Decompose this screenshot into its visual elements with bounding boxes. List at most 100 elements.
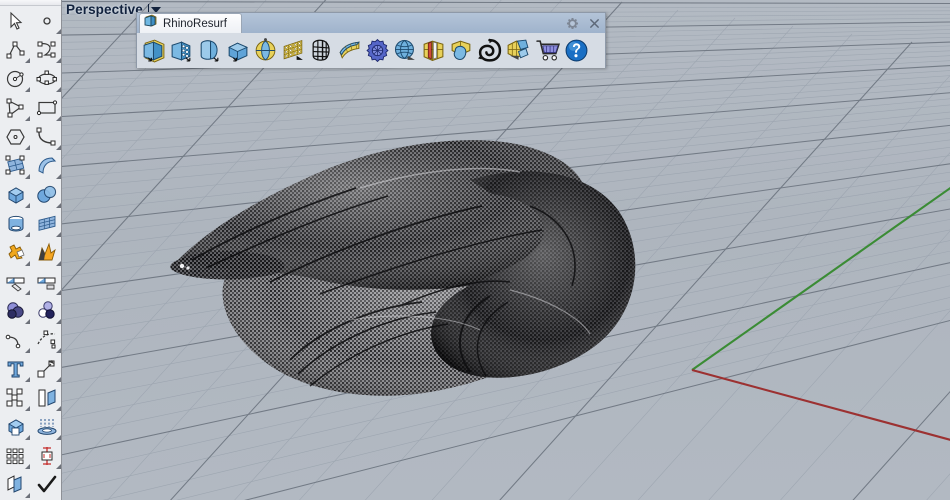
toolbar-button-gear-mesh[interactable] <box>363 36 391 66</box>
flyout-arrow-icon[interactable] <box>25 116 30 121</box>
toolbar-button-mesh-to-solid[interactable] <box>195 36 223 66</box>
sidebar-item-mirror[interactable] <box>31 383 61 412</box>
flyout-arrow-icon[interactable] <box>25 319 30 324</box>
toolbar-button-mesh-reverse-engineer[interactable] <box>503 36 531 66</box>
sidebar-item-boolean-union[interactable] <box>0 296 31 325</box>
sidebar-item-hexagon[interactable] <box>0 122 31 151</box>
sidebar-item-select-arrow[interactable] <box>0 6 31 35</box>
sidebar-item-explode-burst[interactable] <box>31 238 61 267</box>
sidebar-item-point[interactable] <box>31 6 61 35</box>
sidebar-item-group[interactable] <box>0 383 31 412</box>
flyout-arrow-icon[interactable] <box>25 290 30 295</box>
sidebar-item-cylinder[interactable] <box>0 209 31 238</box>
toolbar-button-mesh-wireframe[interactable] <box>307 36 335 66</box>
toolbar-button-help[interactable] <box>562 36 590 66</box>
toolbar-button-pointcloud-to-surface[interactable] <box>251 36 279 66</box>
toolbar-button-mesh-fit-surface[interactable] <box>335 36 363 66</box>
flyout-arrow-icon[interactable] <box>56 319 61 324</box>
perspective-viewport[interactable] <box>62 0 950 500</box>
sidebar-item-rectangle[interactable] <box>31 93 61 122</box>
sidebar-item-sphere-boolean[interactable] <box>31 180 61 209</box>
flyout-arrow-icon[interactable] <box>56 174 61 179</box>
flyout-arrow-icon[interactable] <box>56 87 61 92</box>
flyout-arrow-icon[interactable] <box>56 290 61 295</box>
sidebar-item-offset-surface[interactable] <box>0 470 31 499</box>
flyout-arrow-icon[interactable] <box>25 87 30 92</box>
flyout-arrow-icon[interactable] <box>25 406 30 411</box>
toolbar-button-mesh-to-box[interactable] <box>223 36 251 66</box>
flyout-arrow-icon[interactable] <box>56 377 61 382</box>
flyout-arrow-icon[interactable] <box>25 348 30 353</box>
flyout-arrow-icon[interactable] <box>56 435 61 440</box>
flyout-arrow-icon[interactable] <box>25 174 30 179</box>
arc-icon <box>36 126 58 148</box>
sidebar-item-polyline[interactable] <box>0 35 31 64</box>
flyout-arrow-icon[interactable] <box>25 232 30 237</box>
sidebar-item-boolean-difference[interactable] <box>31 296 61 325</box>
surface-control-points-icon <box>5 155 27 177</box>
sidebar-item-check[interactable] <box>31 470 61 499</box>
flyout-arrow-icon[interactable] <box>25 58 30 63</box>
sidebar-item-scale[interactable] <box>31 354 61 383</box>
flyout-arrow-icon[interactable] <box>56 58 61 63</box>
toolbar-button-mesh-to-single-surface[interactable] <box>139 36 167 66</box>
pointcloud-to-surface-icon <box>253 38 278 63</box>
flyout-arrow-icon[interactable] <box>56 464 61 469</box>
sidebar-item-array[interactable] <box>0 441 31 470</box>
toolbar-button-mesh-patch-grid[interactable] <box>279 36 307 66</box>
tab-rhinoresurf[interactable]: RhinoResurf <box>139 13 242 33</box>
flyout-arrow-icon[interactable] <box>25 435 30 440</box>
sidebar-item-arc[interactable] <box>31 122 61 151</box>
toolbar-button-mesh-trim[interactable] <box>447 36 475 66</box>
flyout-arrow-icon[interactable] <box>25 203 30 208</box>
sidebar-item-ellipse[interactable] <box>31 64 61 93</box>
extrude-surface-icon <box>36 155 58 177</box>
sidebar-item-surface-control-points[interactable] <box>0 151 31 180</box>
flyout-arrow-icon[interactable] <box>56 203 61 208</box>
flyout-arrow-icon[interactable] <box>25 145 30 150</box>
flyout-arrow-icon[interactable] <box>56 145 61 150</box>
boolean-union-icon <box>5 300 27 322</box>
gear-icon[interactable] <box>564 15 580 31</box>
flyout-arrow-icon[interactable] <box>56 261 61 266</box>
flyout-arrow-icon[interactable] <box>56 232 61 237</box>
flyout-arrow-icon[interactable] <box>56 116 61 121</box>
main-toolbar-sidebar[interactable] <box>0 0 62 500</box>
close-icon[interactable] <box>586 15 602 31</box>
sidebar-item-extrude-surface[interactable] <box>31 151 61 180</box>
flyout-arrow-icon[interactable] <box>25 464 30 469</box>
rectangle-icon <box>36 97 58 119</box>
sidebar-item-split[interactable] <box>31 267 61 296</box>
sidebar-item-cap-solid[interactable] <box>0 412 31 441</box>
sidebar-item-box-solid[interactable] <box>0 180 31 209</box>
flyout-arrow-icon[interactable] <box>25 377 30 382</box>
sidebar-item-control-point-curve[interactable] <box>31 35 61 64</box>
flyout-arrow-icon[interactable] <box>25 261 30 266</box>
toolbar-button-mesh-to-multiple-surfaces[interactable] <box>167 36 195 66</box>
rhino-application-window: Perspective RhinoResurf <box>0 0 950 500</box>
panel-titlebar[interactable]: RhinoResurf <box>137 13 605 33</box>
sidebar-item-project-to-cplane[interactable] <box>31 412 61 441</box>
flyout-arrow-icon[interactable] <box>56 29 61 34</box>
sidebar-item-text[interactable] <box>0 354 31 383</box>
toolbar-button-mesh-spiral[interactable] <box>475 36 503 66</box>
sidebar-item-polygon-triangle[interactable] <box>0 93 31 122</box>
mesh-to-multiple-surfaces-icon <box>169 38 194 63</box>
flyout-arrow-icon[interactable] <box>56 348 61 353</box>
flyout-arrow-icon[interactable] <box>56 406 61 411</box>
flyout-arrow-icon[interactable] <box>25 493 30 498</box>
toolbar-button-shopping-cart[interactable] <box>534 36 562 66</box>
toolbar-button-mesh-section[interactable] <box>419 36 447 66</box>
sidebar-item-fillet-curve[interactable] <box>0 325 31 354</box>
sidebar-item-trim[interactable] <box>0 267 31 296</box>
circle-icon <box>5 68 27 90</box>
sidebar-item-explode-blob[interactable] <box>0 238 31 267</box>
rhinoresurf-logo-icon <box>144 14 158 33</box>
sidebar-item-dimension[interactable] <box>31 441 61 470</box>
sidebar-item-blend-curve[interactable] <box>31 325 61 354</box>
rhinoresurf-panel[interactable]: RhinoResurf <box>136 12 606 68</box>
toolbar-button-globe-sphere-fit[interactable] <box>391 36 419 66</box>
sidebar-item-circle[interactable] <box>0 64 31 93</box>
sidebar-item-mesh-plane[interactable] <box>31 209 61 238</box>
fillet-curve-icon <box>5 329 27 351</box>
